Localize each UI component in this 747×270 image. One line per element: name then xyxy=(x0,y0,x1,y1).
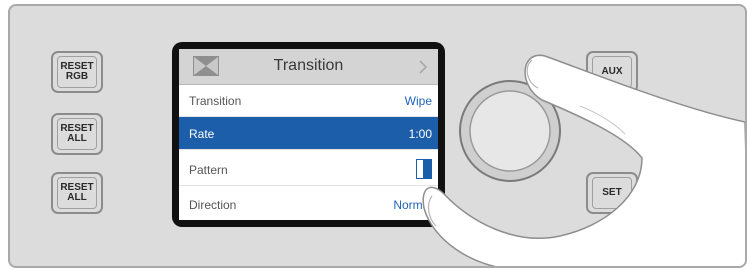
menu-row-pattern[interactable]: Pattern xyxy=(179,153,438,186)
reset-all-button-2-label: RESET ALL xyxy=(57,177,97,209)
reset-all-button-1-label: RESET ALL xyxy=(57,118,97,150)
menu-row-label: Rate xyxy=(189,127,215,141)
menu-row-transition[interactable]: Transition Wipe xyxy=(179,84,438,117)
reset-rgb-button[interactable]: RESET RGB xyxy=(51,51,103,93)
menu-row-label: Pattern xyxy=(189,163,228,177)
control-panel: RESET RGB RESET ALL RESET ALL AUX SET Tr… xyxy=(8,4,747,268)
lcd-title: Transition xyxy=(273,57,344,74)
hand-illustration xyxy=(422,54,745,266)
reset-rgb-button-label: RESET RGB xyxy=(57,56,97,88)
menu-row-label: Direction xyxy=(189,198,237,212)
lcd-header: Transition xyxy=(179,49,438,85)
reset-all-button-2[interactable]: RESET ALL xyxy=(51,172,103,214)
menu-row-label: Transition xyxy=(189,94,242,108)
lcd-screen-frame: Transition Transition Wipe Rate 1:00 Pat… xyxy=(172,42,445,227)
menu-row-direction[interactable]: Direction Normal xyxy=(179,188,438,220)
menu-row-rate[interactable]: Rate 1:00 xyxy=(179,117,438,150)
lcd-screen: Transition Transition Wipe Rate 1:00 Pat… xyxy=(179,49,438,220)
reset-all-button-1[interactable]: RESET ALL xyxy=(51,113,103,155)
